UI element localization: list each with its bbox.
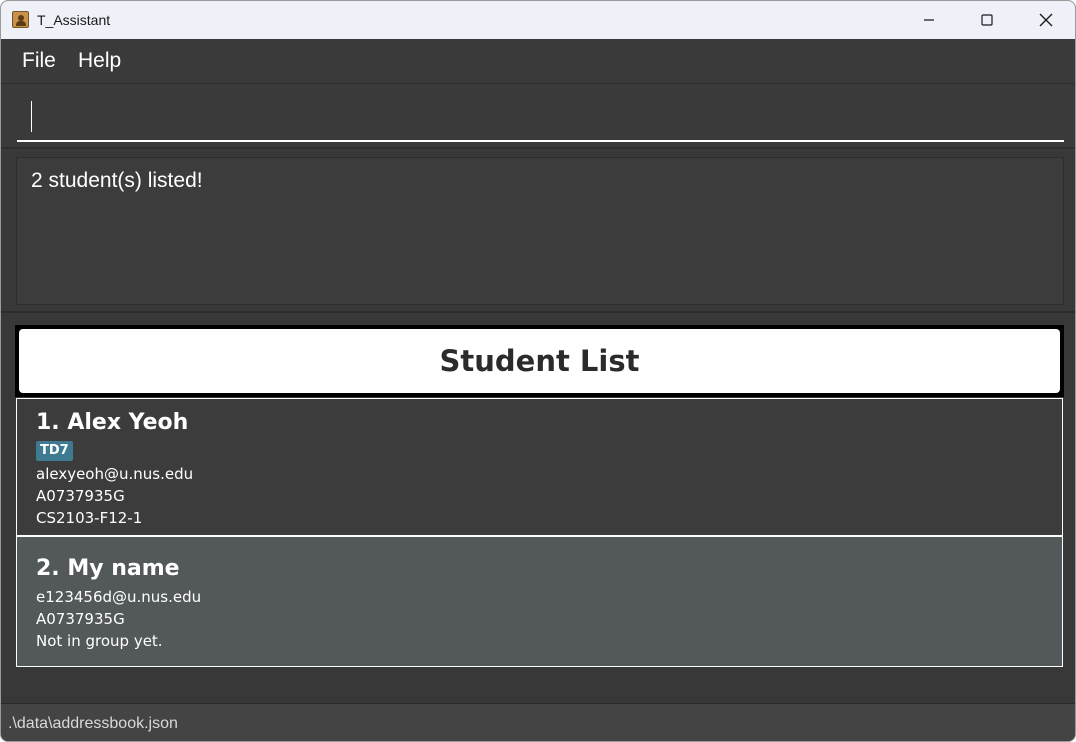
student-name: 2. My name: [36, 556, 180, 581]
app-window: T_Assistant File Help 2 student(s) liste…: [0, 0, 1076, 742]
window-title: T_Assistant: [37, 12, 111, 28]
status-bar: .\data\addressbook.json: [1, 703, 1075, 741]
result-display-area: 2 student(s) listed!: [1, 151, 1075, 313]
result-display[interactable]: 2 student(s) listed!: [16, 157, 1064, 305]
student-card[interactable]: 1. Alex Yeoh TD7 alexyeoh@u.nus.edu A073…: [16, 398, 1063, 536]
student-list-header-frame: Student List: [15, 325, 1064, 397]
result-message: 2 student(s) listed!: [31, 169, 203, 192]
title-bar[interactable]: T_Assistant: [1, 1, 1075, 39]
tutorial-tag: TD7: [36, 441, 73, 461]
student-email: alexyeoh@u.nus.edu: [36, 465, 194, 483]
command-input[interactable]: [17, 95, 1064, 142]
maximize-button[interactable]: [958, 1, 1016, 39]
menu-bar: File Help: [1, 39, 1075, 84]
student-group: Not in group yet.: [36, 632, 163, 650]
minimize-button[interactable]: [900, 1, 958, 39]
text-caret: [31, 101, 32, 132]
student-email: e123456d@u.nus.edu: [36, 588, 202, 606]
student-name: 1. Alex Yeoh: [36, 410, 189, 435]
minimize-icon: [924, 19, 934, 21]
address-book-icon: [12, 11, 29, 28]
student-card-selected[interactable]: 2. My name e123456d@u.nus.edu A0737935G …: [16, 536, 1063, 667]
student-group: CS2103-F12-1: [36, 509, 143, 527]
close-icon: [1039, 13, 1053, 27]
menu-help[interactable]: Help: [78, 49, 121, 73]
menu-file[interactable]: File: [22, 49, 56, 73]
command-box-area: [1, 85, 1075, 149]
student-list-title: Student List: [19, 329, 1060, 393]
maximize-icon: [981, 14, 993, 26]
student-id: A0737935G: [36, 487, 125, 505]
student-id: A0737935G: [36, 610, 125, 628]
close-button[interactable]: [1017, 1, 1075, 39]
save-file-path: .\data\addressbook.json: [8, 715, 178, 732]
student-list-panel: Student List 1. Alex Yeoh TD7 alexyeoh@u…: [1, 314, 1075, 703]
